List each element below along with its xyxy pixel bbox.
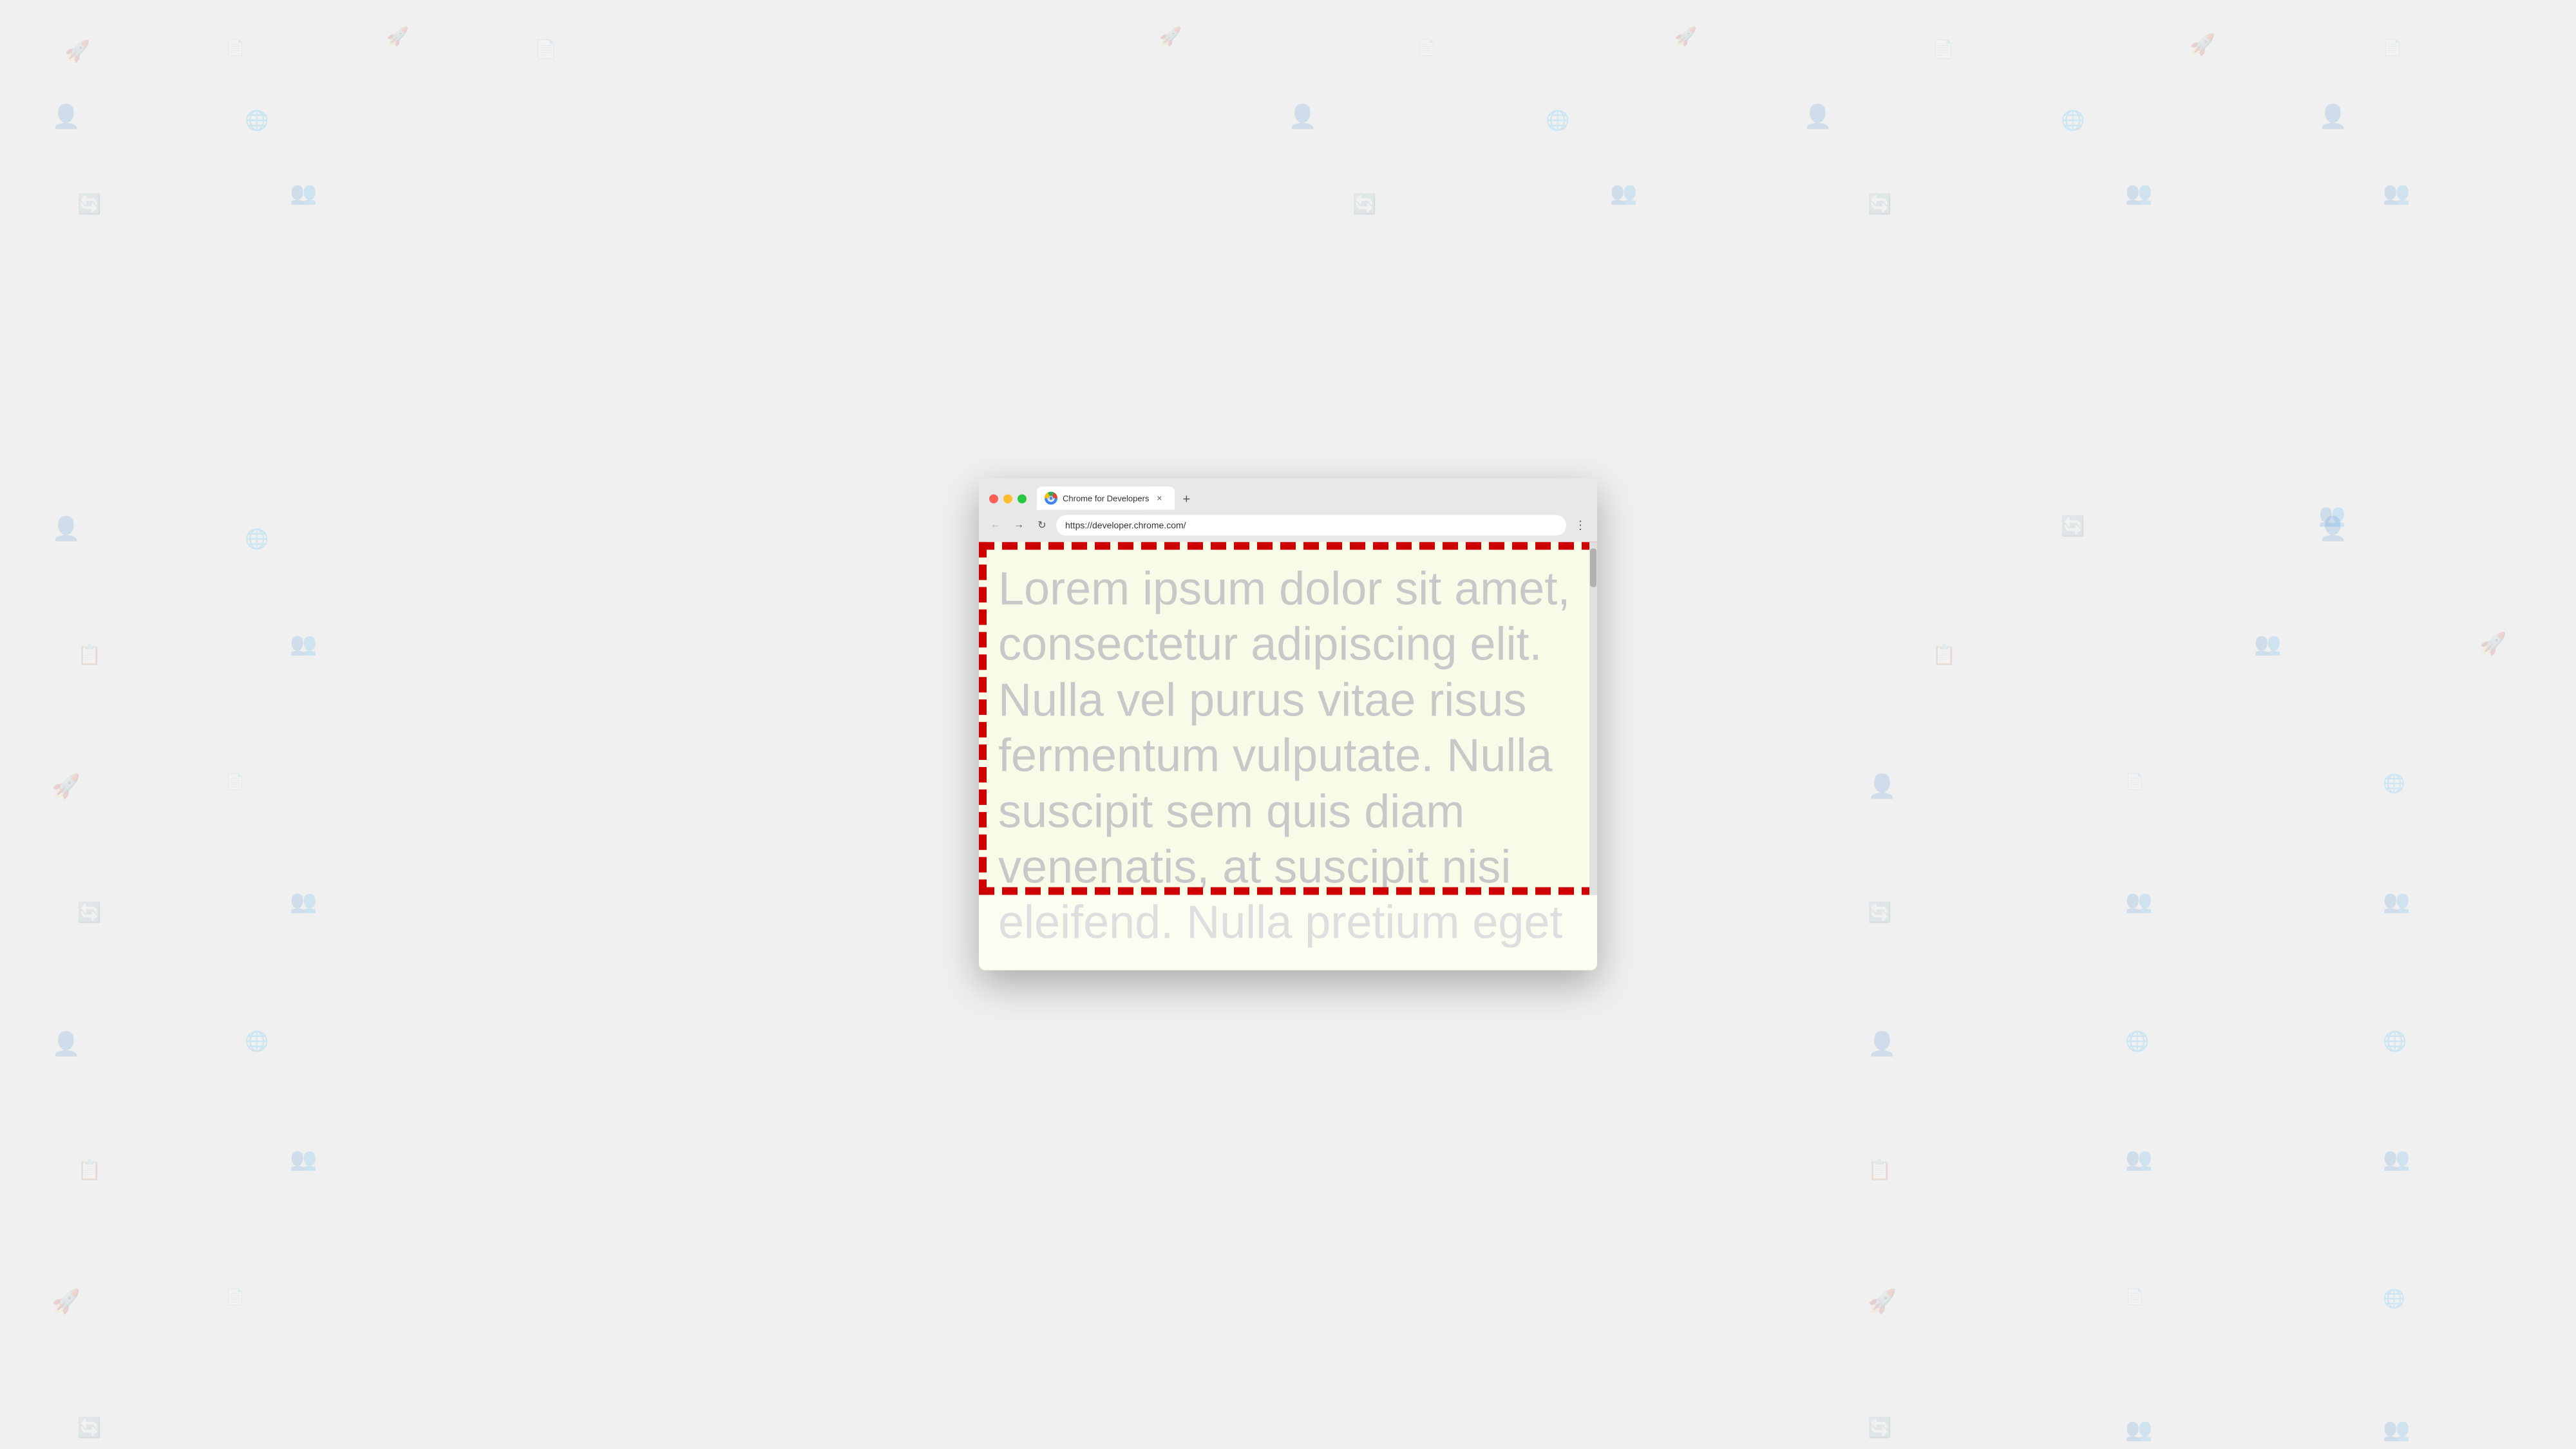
bg-icon: 🌐 bbox=[2125, 1030, 2149, 1053]
bg-icon: 👥 bbox=[290, 631, 317, 657]
bg-icon: 📄 bbox=[225, 1288, 245, 1307]
bg-icon: 🚀 bbox=[2190, 32, 2215, 57]
bg-icon: 📄 bbox=[2125, 773, 2145, 791]
bg-icon: 👥 bbox=[2383, 1146, 2410, 1172]
scrollbar-track[interactable] bbox=[1589, 542, 1597, 895]
bg-icon: 🚀 bbox=[1868, 1288, 1897, 1315]
bg-icon: 👥 bbox=[2254, 631, 2281, 657]
bg-icon: 🚀 bbox=[1159, 26, 1182, 47]
bg-icon: 📋 bbox=[1868, 1159, 1891, 1182]
tab-row: Chrome for Developers ✕ + bbox=[989, 487, 1587, 510]
bg-icon: 🔄 bbox=[77, 193, 101, 216]
bg-icon: 🌐 bbox=[245, 1030, 269, 1053]
address-bar-row: ← → ↻ ⋮ bbox=[979, 510, 1597, 542]
bg-icon: 👤 bbox=[1868, 773, 1897, 800]
bg-icon: 👥 bbox=[1610, 180, 1637, 206]
bg-icon: 📋 bbox=[77, 1159, 101, 1182]
bg-icon: 🔄 bbox=[1352, 193, 1376, 216]
bg-icon: 🔄 bbox=[77, 902, 101, 924]
bg-icon: 🌐 bbox=[245, 528, 269, 551]
bg-icon: 👤 bbox=[1803, 103, 1832, 130]
bg-icon: 📄 bbox=[225, 773, 245, 791]
tab-close-button[interactable]: ✕ bbox=[1154, 493, 1164, 504]
bg-icon: 📄 bbox=[225, 39, 245, 57]
tab-title: Chrome for Developers bbox=[1063, 493, 1149, 503]
bg-icon: 👤 bbox=[2318, 103, 2347, 130]
refresh-button[interactable]: ↻ bbox=[1033, 516, 1051, 535]
title-bar: Chrome for Developers ✕ + bbox=[979, 479, 1597, 510]
bg-icon: 🌐 bbox=[2383, 1030, 2407, 1053]
bg-icon: 🔄 bbox=[77, 1417, 101, 1439]
overflow-content: eleifend. Nulla pretium eget bbox=[979, 895, 1597, 970]
back-button[interactable]: ← bbox=[987, 516, 1005, 535]
bg-icon: 🚀 bbox=[2479, 631, 2506, 657]
bg-icon: 🌐 bbox=[2061, 109, 2085, 132]
minimize-button[interactable] bbox=[1003, 495, 1012, 504]
bg-icon: 🌐 bbox=[2383, 773, 2405, 794]
bg-icon: 📄 bbox=[2125, 1288, 2145, 1307]
bg-icon: 👥 bbox=[2125, 1417, 2152, 1443]
bg-icon: 👤 bbox=[52, 103, 80, 130]
bg-icon: 🔄 bbox=[1868, 902, 1891, 924]
bg-icon: 🔄 bbox=[1868, 193, 1891, 216]
bg-icon: 👥 bbox=[290, 180, 317, 206]
bg-icon: 👥 bbox=[2125, 889, 2152, 914]
bg-icon: 🌐 bbox=[1546, 109, 1569, 132]
browser-tab[interactable]: Chrome for Developers ✕ bbox=[1037, 487, 1175, 510]
bg-icon: 📋 bbox=[77, 644, 101, 667]
bg-icon: 👥 bbox=[2383, 180, 2410, 206]
browser-wrapper: Chrome for Developers ✕ + ← → ↻ ⋮ bbox=[979, 479, 1597, 971]
close-button[interactable] bbox=[989, 495, 998, 504]
bg-icon: 🚀 bbox=[386, 26, 409, 47]
bg-icon: 🔄 bbox=[1868, 1417, 1891, 1439]
back-icon: ← bbox=[990, 520, 1001, 531]
address-bar-input[interactable] bbox=[1056, 515, 1566, 536]
maximize-button[interactable] bbox=[1018, 495, 1027, 504]
bg-icon: 📄 bbox=[1417, 39, 1436, 57]
bg-icon: 👤 bbox=[1288, 103, 1317, 130]
forward-icon: → bbox=[1014, 520, 1024, 531]
bg-icon: 🚀 bbox=[52, 1288, 80, 1315]
bg-icon: 👥 bbox=[2125, 1146, 2152, 1172]
bg-icon: 👥 bbox=[290, 1146, 317, 1172]
bg-icon: 🚀 bbox=[64, 39, 90, 63]
bg-icon: 🌐 bbox=[245, 109, 269, 132]
browser-window: Chrome for Developers ✕ + ← → ↻ ⋮ bbox=[979, 479, 1597, 971]
bg-icon: 👥 bbox=[2125, 180, 2152, 206]
bg-icon: 🔄 bbox=[2061, 515, 2085, 538]
dashed-border bbox=[979, 542, 1597, 895]
bg-icon: 👤 bbox=[1868, 1030, 1897, 1057]
bg-icon: 👤 bbox=[52, 515, 80, 542]
menu-button[interactable]: ⋮ bbox=[1571, 516, 1589, 535]
menu-icon: ⋮ bbox=[1575, 518, 1586, 532]
bg-icon: 👤 bbox=[52, 1030, 80, 1057]
refresh-icon: ↻ bbox=[1037, 519, 1046, 532]
bg-icon: 📄 bbox=[1932, 39, 1955, 60]
bg-icon: 👥 bbox=[2383, 889, 2410, 914]
scrollbar-thumb[interactable] bbox=[1590, 549, 1596, 587]
bg-icon: 🚀 bbox=[1674, 26, 1697, 47]
bg-icon: 📋 bbox=[1932, 644, 1956, 667]
window-controls bbox=[989, 495, 1027, 510]
bg-icon: 📄 bbox=[2383, 39, 2402, 57]
bg-icon: 📄 bbox=[535, 39, 557, 60]
new-tab-button[interactable]: + bbox=[1177, 491, 1195, 509]
bg-icon: 👥 bbox=[290, 889, 317, 914]
bg-icon: 👥 bbox=[2318, 502, 2345, 528]
bg-icon: 👥 bbox=[2383, 1417, 2410, 1443]
forward-button[interactable]: → bbox=[1010, 516, 1028, 535]
bg-icon: 🌐 bbox=[2383, 1288, 2405, 1309]
page-content: Lorem ipsum dolor sit amet, consectetur … bbox=[979, 542, 1597, 895]
bg-icon: 🚀 bbox=[52, 773, 80, 800]
chrome-favicon-icon bbox=[1045, 492, 1057, 505]
